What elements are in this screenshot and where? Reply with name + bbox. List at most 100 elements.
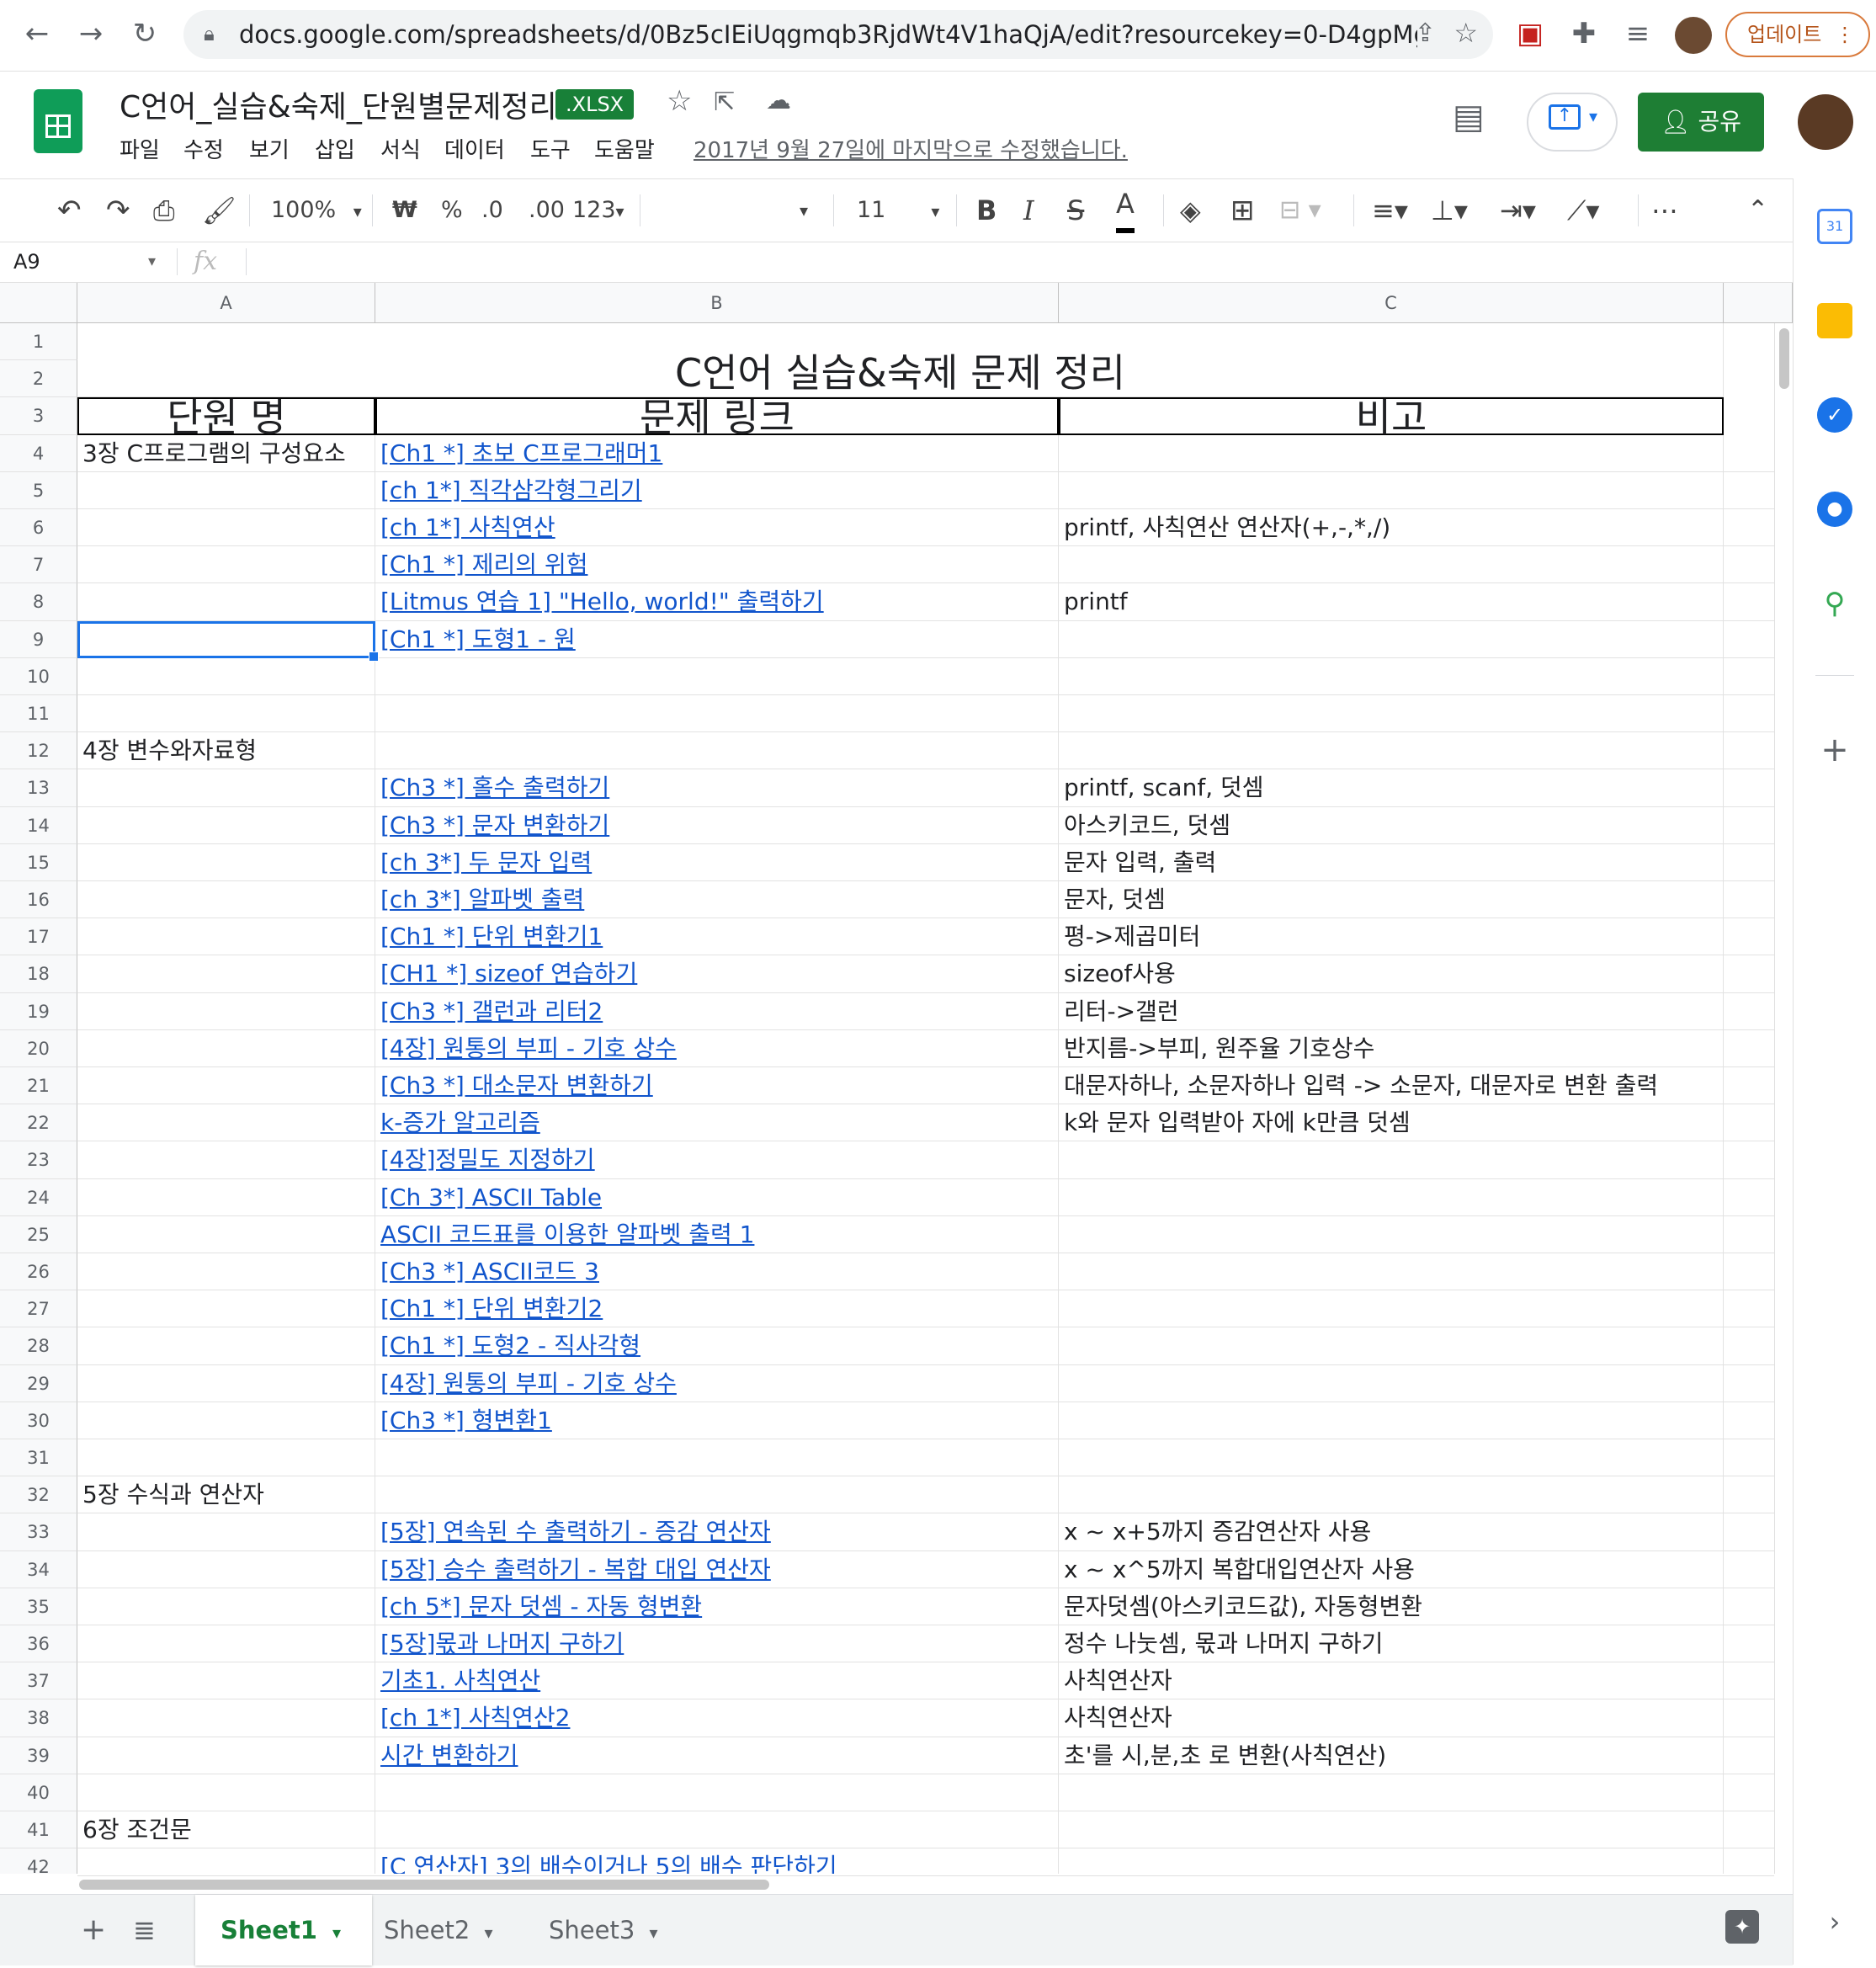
- share-button[interactable]: 👤︎ 공유: [1638, 93, 1764, 152]
- cell-c5[interactable]: [1059, 471, 1724, 509]
- cell-b20[interactable]: [4장] 원통의 부피 - 기호 상수: [375, 1029, 1059, 1067]
- cell-a5[interactable]: [77, 471, 375, 509]
- cell-b25[interactable]: ASCII 코드표를 이용한 알파벳 출력 1: [375, 1215, 1059, 1253]
- menu-data[interactable]: 데이터: [444, 133, 505, 164]
- cell-b26[interactable]: [Ch3 *] ASCII코드 3: [375, 1253, 1059, 1291]
- cell-b39[interactable]: 시간 변환하기: [375, 1737, 1059, 1774]
- row-header[interactable]: 3: [0, 397, 77, 435]
- row-header[interactable]: 31: [0, 1439, 77, 1477]
- cell-a14[interactable]: [77, 806, 375, 844]
- cell-b18[interactable]: [CH1 *] sizeof 연습하기: [375, 955, 1059, 993]
- strikethrough-icon[interactable]: S: [1067, 179, 1084, 242]
- cell-a30[interactable]: [77, 1402, 375, 1439]
- cell-c19[interactable]: 리터->갤런: [1059, 992, 1724, 1030]
- cell-b35[interactable]: [ch 5*] 문자 덧셈 - 자동 형변환: [375, 1588, 1059, 1625]
- cell-b5[interactable]: [ch 1*] 직각삼각형그리기: [375, 471, 1059, 509]
- hscrollbar-thumb[interactable]: [79, 1880, 769, 1890]
- cell-c4[interactable]: [1059, 434, 1724, 472]
- cell-a16[interactable]: [77, 881, 375, 919]
- maps-icon[interactable]: ⚲: [1817, 586, 1852, 621]
- text-rotation-icon[interactable]: ⟋▾: [1567, 179, 1599, 242]
- percent-format-button[interactable]: %: [441, 179, 463, 242]
- cell-c24[interactable]: [1059, 1178, 1724, 1216]
- cell-c14[interactable]: 아스키코드, 덧셈: [1059, 806, 1724, 844]
- row-header[interactable]: 14: [0, 806, 77, 844]
- header-problem-link[interactable]: 문제 링크: [375, 397, 1059, 437]
- row-header[interactable]: 7: [0, 546, 77, 584]
- url-text[interactable]: docs.google.com/spreadsheets/d/0Bz5cIEiU…: [239, 10, 1417, 59]
- cell-a4[interactable]: 3장 C프로그램의 구성요소: [77, 434, 375, 472]
- cell-c16[interactable]: 문자, 덧셈: [1059, 881, 1724, 919]
- cell-selection[interactable]: [77, 620, 379, 662]
- bold-icon[interactable]: B: [976, 179, 996, 242]
- cell-b22[interactable]: k-증가 알고리즘: [375, 1104, 1059, 1142]
- cell-a32[interactable]: 5장 수식과 연산자: [77, 1476, 375, 1514]
- cell-c21[interactable]: 대문자하나, 소문자하나 입력 -> 소문자, 대문자로 변환 출력: [1059, 1067, 1724, 1105]
- star-icon[interactable]: ☆: [667, 84, 692, 118]
- row-header[interactable]: 12: [0, 732, 77, 770]
- formula-input[interactable]: [252, 242, 1784, 282]
- cell-c39[interactable]: 초'를 시,분,초 로 변환(사칙연산): [1059, 1737, 1724, 1774]
- cell-a12[interactable]: 4장 변수와자료형: [77, 732, 375, 770]
- collapse-menus-icon[interactable]: ⌃: [1747, 179, 1768, 242]
- account-avatar[interactable]: [1798, 94, 1853, 150]
- cell-c42[interactable]: [1059, 1848, 1724, 1874]
- cell-b7[interactable]: [Ch1 *] 제리의 위험: [375, 546, 1059, 584]
- row-header[interactable]: 13: [0, 769, 77, 807]
- last-edit-link[interactable]: 2017년 9월 27일에 마지막으로 수정했습니다.: [694, 133, 1128, 164]
- cell-b38[interactable]: [ch 1*] 사칙연산2: [375, 1699, 1059, 1737]
- row-header[interactable]: 21: [0, 1067, 77, 1105]
- comments-icon[interactable]: ▤: [1453, 98, 1485, 136]
- reload-icon[interactable]: ↻: [126, 15, 163, 52]
- cell-b15[interactable]: [ch 3*] 두 문자 입력: [375, 843, 1059, 881]
- sheet-title-cell[interactable]: C언어 실습&숙제 문제 정리: [77, 323, 1724, 398]
- cell-a15[interactable]: [77, 843, 375, 881]
- cell-a11[interactable]: [77, 695, 375, 733]
- cloud-status-icon[interactable]: ☁: [766, 86, 791, 115]
- fill-color-icon[interactable]: ◈: [1180, 179, 1201, 242]
- cell-a40[interactable]: [77, 1774, 375, 1811]
- cell-c30[interactable]: [1059, 1402, 1724, 1439]
- zoom-select[interactable]: 100% ▾: [271, 179, 362, 242]
- cell-a28[interactable]: [77, 1327, 375, 1365]
- decrease-decimal-button[interactable]: .0: [481, 179, 503, 242]
- show-side-panel-icon[interactable]: ›: [1817, 1904, 1852, 1939]
- italic-icon[interactable]: I: [1023, 179, 1034, 242]
- cell-b37[interactable]: 기초1. 사칙연산: [375, 1662, 1059, 1700]
- cell-c7[interactable]: [1059, 546, 1724, 584]
- more-icon[interactable]: ⋯: [1651, 179, 1678, 242]
- vertical-align-icon[interactable]: ⊥▾: [1431, 179, 1468, 242]
- row-header[interactable]: 27: [0, 1290, 77, 1328]
- cell-c35[interactable]: 문자덧셈(아스키코드값), 자동형변환: [1059, 1588, 1724, 1625]
- extensions-puzzle-icon[interactable]: ✚: [1565, 15, 1602, 52]
- row-header[interactable]: 5: [0, 471, 77, 509]
- cell-c34[interactable]: x ~ x^5까지 복합대입연산자 사용: [1059, 1550, 1724, 1588]
- cell-c20[interactable]: 반지름->부피, 원주율 기호상수: [1059, 1029, 1724, 1067]
- cell-a36[interactable]: [77, 1625, 375, 1663]
- contacts-icon[interactable]: ●: [1817, 492, 1852, 527]
- cell-b10[interactable]: [375, 657, 1059, 695]
- cell-c28[interactable]: [1059, 1327, 1724, 1365]
- cell-c23[interactable]: [1059, 1141, 1724, 1179]
- cell-c41[interactable]: [1059, 1811, 1724, 1849]
- cell-b24[interactable]: [Ch 3*] ASCII Table: [375, 1178, 1059, 1216]
- row-header[interactable]: 29: [0, 1364, 77, 1402]
- address-bar[interactable]: 🔒︎ docs.google.com/spreadsheets/d/0Bz5cI…: [183, 10, 1493, 59]
- row-header[interactable]: 1: [0, 323, 77, 361]
- cell-c18[interactable]: sizeof사용: [1059, 955, 1724, 993]
- row-header[interactable]: 32: [0, 1476, 77, 1514]
- cell-b33[interactable]: [5장] 연속된 수 출력하기 - 증감 연산자: [375, 1513, 1059, 1551]
- cell-b6[interactable]: [ch 1*] 사칙연산: [375, 509, 1059, 547]
- cell-c11[interactable]: [1059, 695, 1724, 733]
- cell-a25[interactable]: [77, 1215, 375, 1253]
- sheets-logo-icon[interactable]: [34, 89, 82, 153]
- extension-red-icon[interactable]: ▣: [1512, 15, 1549, 52]
- print-icon[interactable]: ⎙: [153, 179, 175, 242]
- explore-icon[interactable]: ✦: [1725, 1910, 1759, 1944]
- menu-tools[interactable]: 도구: [530, 133, 571, 164]
- row-header[interactable]: 42: [0, 1848, 77, 1874]
- cell-c38[interactable]: 사칙연산자: [1059, 1699, 1724, 1737]
- cell-a10[interactable]: [77, 657, 375, 695]
- row-header[interactable]: 24: [0, 1178, 77, 1216]
- cell-a38[interactable]: [77, 1699, 375, 1737]
